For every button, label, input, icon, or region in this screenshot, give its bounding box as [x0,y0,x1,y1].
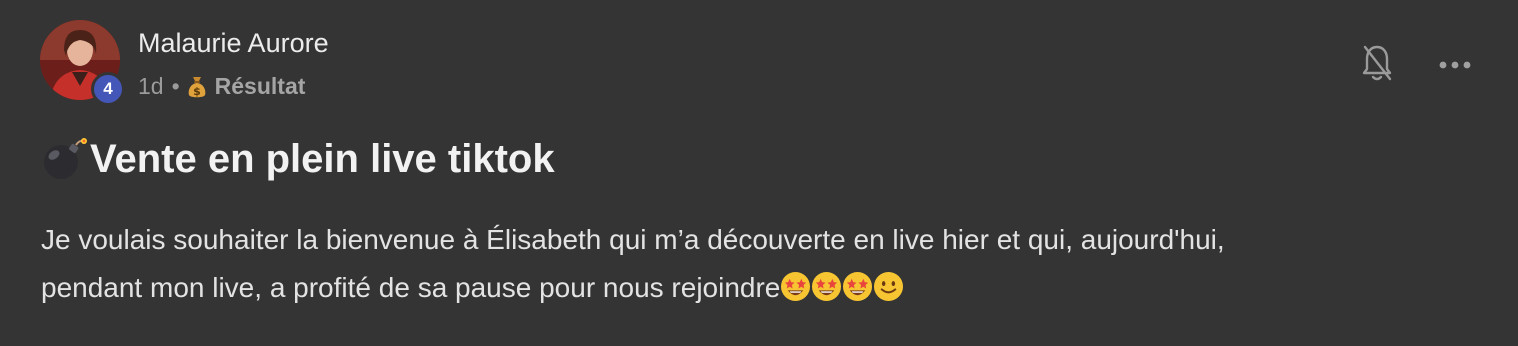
more-options-button[interactable] [1434,44,1476,86]
post-body-line: pendant mon live, a profité de sa pause … [41,264,1441,312]
star-struck-icon [843,271,873,302]
emoji-row [780,271,904,302]
smiling-face-icon [874,271,904,302]
bell-off-icon [1362,45,1392,81]
star-struck-icon [781,271,811,302]
bomb-icon [40,136,88,182]
post-time: 1d [138,73,164,99]
more-options-icon [1439,61,1471,69]
post-title[interactable]: Vente en plein live tiktok [40,136,555,182]
svg-text:$: $ [193,85,201,98]
post-category[interactable]: Résultat [215,73,306,100]
notifications-toggle-button[interactable] [1356,42,1398,84]
post-body: Je voulais souhaiter la bienvenue à Élis… [41,216,1441,312]
level-badge: 4 [91,72,125,106]
author-avatar-group[interactable]: 4 [40,20,125,106]
post-title-text: Vente en plein live tiktok [90,136,555,181]
post-body-line: Je voulais souhaiter la bienvenue à Élis… [41,224,1225,255]
star-struck-icon [812,271,842,302]
post-meta: 1d • $ Résultat [138,73,305,100]
meta-separator: • [171,73,180,99]
post-card: 4 Malaurie Aurore 1d • $ Résultat Vente … [0,0,1518,346]
post-body-line-text: pendant mon live, a profité de sa pause … [41,272,781,303]
author-name[interactable]: Malaurie Aurore [138,28,329,59]
money-bag-icon: $ [187,75,207,99]
